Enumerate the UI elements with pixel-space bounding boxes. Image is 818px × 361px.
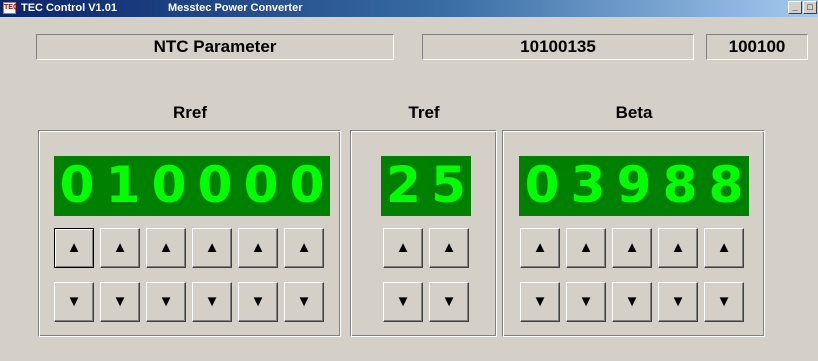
minimize-button[interactable]: _	[788, 1, 802, 14]
beta-digit: 0	[524, 156, 560, 214]
rref-digit-3-down-button[interactable]: ▼	[146, 282, 186, 322]
window-subtitle: Messtec Power Converter	[168, 2, 303, 14]
beta-digit: 8	[708, 156, 744, 214]
beta-display: 03988	[519, 156, 749, 216]
rref-digit: 0	[197, 156, 233, 214]
serial-number-field: 10100135	[422, 34, 694, 60]
beta-digit-4-down-button[interactable]: ▼	[658, 282, 698, 322]
rref-digit-2-up-button[interactable]: ▲	[100, 228, 140, 268]
section-title: NTC Parameter	[36, 34, 394, 60]
rref-digit: 0	[59, 156, 95, 214]
tref-label: Tref	[408, 103, 440, 122]
tref-digit: 2	[386, 156, 421, 214]
beta-digit: 8	[662, 156, 698, 214]
rref-digit-5-down-button[interactable]: ▼	[238, 282, 278, 322]
rref-digit: 0	[243, 156, 279, 214]
beta-digit-3-up-button[interactable]: ▲	[612, 228, 652, 268]
rref-digit-3-up-button[interactable]: ▲	[146, 228, 186, 268]
tref-digit: 5	[431, 156, 466, 214]
rref-digit-4-up-button[interactable]: ▲	[192, 228, 232, 268]
rref-digit: 0	[151, 156, 187, 214]
rref-digit-1-up-button[interactable]: ▲	[54, 228, 94, 268]
tref-digit-2-up-button[interactable]: ▲	[429, 228, 469, 268]
beta-digit-5-up-button[interactable]: ▲	[704, 228, 744, 268]
beta-digit-4-up-button[interactable]: ▲	[658, 228, 698, 268]
rref-display: 010000	[54, 156, 330, 216]
code-field: 100100	[706, 34, 808, 60]
maximize-button[interactable]: □	[803, 1, 817, 14]
rref-digit-6-up-button[interactable]: ▲	[284, 228, 324, 268]
beta-digit-5-down-button[interactable]: ▼	[704, 282, 744, 322]
rref-digit: 1	[105, 156, 141, 214]
rref-label: Rref	[172, 103, 207, 122]
tref-digit-2-down-button[interactable]: ▼	[429, 282, 469, 322]
beta-digit-3-down-button[interactable]: ▼	[612, 282, 652, 322]
tref-display: 25	[381, 156, 471, 216]
tref-digit-1-down-button[interactable]: ▼	[383, 282, 423, 322]
window-title: TEC Control V1.01	[21, 2, 117, 14]
beta-digit: 9	[616, 156, 652, 214]
rref-digit-2-down-button[interactable]: ▼	[100, 282, 140, 322]
rref-digit-4-down-button[interactable]: ▼	[192, 282, 232, 322]
rref-digit-1-down-button[interactable]: ▼	[54, 282, 94, 322]
tref-digit-1-up-button[interactable]: ▲	[383, 228, 423, 268]
title-bar: TEC TEC Control V1.01 Messtec Power Conv…	[0, 0, 818, 17]
beta-digit-2-up-button[interactable]: ▲	[566, 228, 606, 268]
rref-digit-5-up-button[interactable]: ▲	[238, 228, 278, 268]
app-icon[interactable]: TEC	[3, 2, 18, 14]
rref-digit: 0	[289, 156, 325, 214]
beta-digit: 3	[570, 156, 606, 214]
rref-digit-6-down-button[interactable]: ▼	[284, 282, 324, 322]
beta-digit-1-down-button[interactable]: ▼	[520, 282, 560, 322]
beta-label: Beta	[615, 103, 653, 122]
beta-digit-2-down-button[interactable]: ▼	[566, 282, 606, 322]
beta-digit-1-up-button[interactable]: ▲	[520, 228, 560, 268]
